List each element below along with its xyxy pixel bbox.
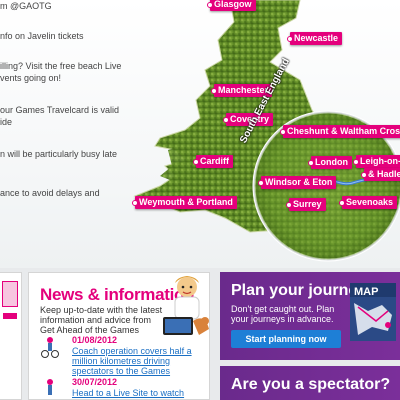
map-pin-newcastle[interactable]: Newcastle — [286, 32, 343, 45]
map-book-icon: MAP — [350, 283, 396, 341]
news-date: 30/07/2012 — [72, 377, 118, 387]
tweet-line: nfo on Javelin tickets — [0, 31, 84, 41]
tweet-line: n will be particularly busy late — [0, 149, 118, 159]
twitter-feed: m @GAOTG nfo on Javelin tickets illing? … — [0, 0, 122, 268]
tweet-line: our Games Travelcard is valid — [0, 105, 120, 115]
plan-title: Plan your journey — [231, 282, 367, 299]
news-item: 01/08/2012 Coach operation covers half a… — [40, 335, 210, 376]
plan-description: Don't get caught out. Plan your journeys… — [231, 304, 335, 324]
ticket-icon — [2, 281, 18, 307]
map-pin-windsor[interactable]: Windsor & Eton — [257, 176, 337, 189]
tweet-line: ance to avoid delays and — [0, 188, 100, 198]
athlete-thumbnail-icon — [47, 379, 53, 395]
news-date: 01/08/2012 — [72, 335, 118, 345]
news-description: Keep up-to-date with the latest informat… — [40, 305, 163, 335]
map-pin-london[interactable]: London — [308, 156, 352, 169]
tweet-line: illing? Visit the free beach Live — [0, 61, 122, 71]
map-book-label: MAP — [354, 286, 378, 298]
map-pin-sevenoaks[interactable]: Sevenoaks — [338, 196, 398, 209]
news-headline-link[interactable]: Head to a Live Site to watch — [72, 388, 194, 398]
map-pin-leigh[interactable]: Leigh-on-Se — [353, 155, 400, 168]
map-pin-weymouth[interactable]: Weymouth & Portland — [132, 196, 237, 209]
map-pin-glasgow[interactable]: Glasgow — [207, 0, 256, 11]
ticket-stripe-icon — [3, 313, 17, 319]
start-planning-button[interactable]: Start planning now — [231, 330, 341, 348]
news-panel: News & information Keep up-to-date with … — [28, 272, 210, 400]
left-promo-panel[interactable] — [0, 272, 22, 400]
tweet-line: ide — [0, 117, 13, 127]
spectator-panel[interactable]: Are you a spectator? — [220, 366, 400, 400]
map-pin-cheshunt[interactable]: Cheshunt & Waltham Cross — [279, 125, 400, 138]
tweet-line: m @GAOTG — [0, 1, 52, 11]
laptop-mascot-icon — [163, 276, 209, 335]
tweet-line: vents going on! — [0, 73, 62, 83]
cyclist-thumbnail-icon — [41, 337, 59, 358]
map-pin-cardiff[interactable]: Cardiff — [193, 155, 233, 168]
hero-map-section: m @GAOTG nfo on Javelin tickets illing? … — [0, 0, 400, 268]
spectator-title: Are you a spectator? — [231, 376, 391, 393]
map-pin-surrey[interactable]: Surrey — [286, 198, 326, 211]
news-item: 30/07/2012 Head to a Live Site to watch — [40, 377, 210, 400]
map-pin-hadleigh[interactable]: & Hadleigh — [360, 168, 400, 181]
news-headline-link[interactable]: Coach operation covers half a million ki… — [72, 346, 194, 376]
